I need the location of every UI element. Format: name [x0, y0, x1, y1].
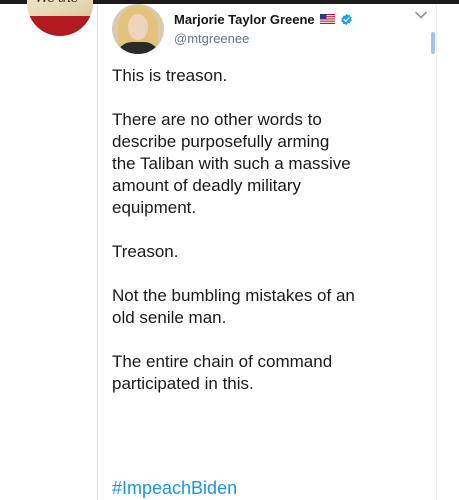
author-name-row: Marjorie Taylor Greene [174, 9, 353, 29]
author-display-name[interactable]: Marjorie Taylor Greene [174, 12, 315, 27]
previous-tweet-avatar[interactable]: We the [27, 0, 93, 36]
author-handle[interactable]: @mtgreenee [174, 31, 249, 46]
verified-badge-icon [340, 13, 352, 25]
tweet-paragraph: Not the bumbling mistakes of an old seni… [112, 286, 355, 327]
tweet-paragraph: The entire chain of command participated… [112, 352, 333, 393]
chevron-down-icon[interactable] [414, 10, 428, 20]
tweet-paragraph: There are no other words to describe pur… [112, 110, 351, 217]
card-right-border [436, 4, 437, 500]
tweet-body: This is treason. There are no other word… [112, 65, 430, 417]
hashtag-link[interactable]: #ImpeachBiden [112, 478, 237, 499]
red-band [27, 16, 93, 36]
tweet-paragraph: Treason. [112, 242, 179, 261]
timeline-left-rail: We the [0, 0, 96, 500]
tweet-paragraph: This is treason. [112, 66, 228, 85]
us-flag-icon [319, 14, 335, 24]
scrollbar-thumb[interactable] [431, 32, 435, 54]
author-avatar[interactable] [112, 4, 164, 54]
we-the-people-script: We the [35, 0, 79, 6]
